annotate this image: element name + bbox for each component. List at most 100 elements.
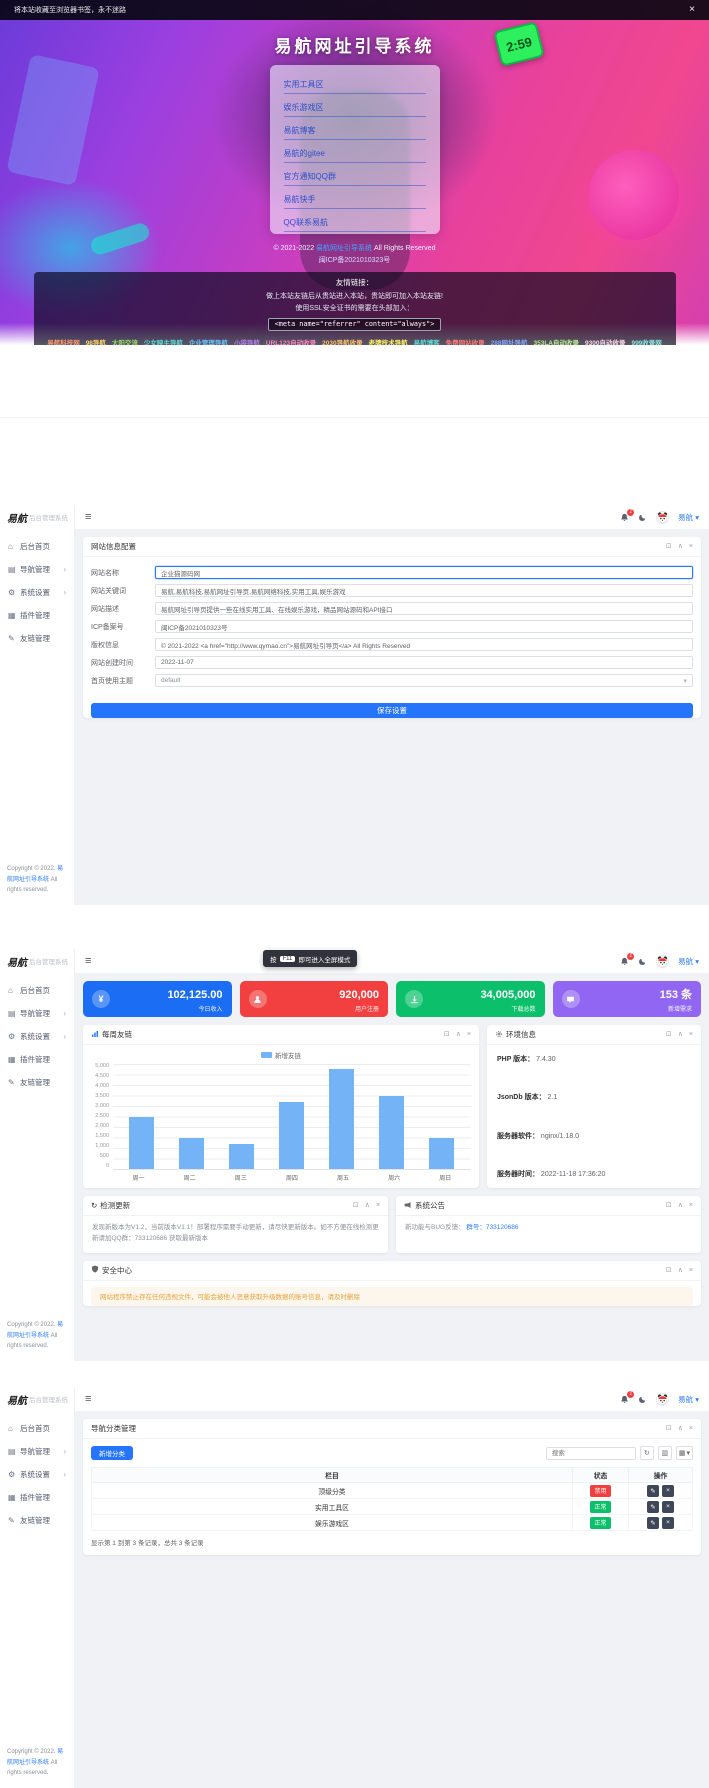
- friend-link-tag[interactable]: 98导航: [86, 337, 106, 345]
- chart-bar[interactable]: [129, 1117, 154, 1169]
- hamburger-icon[interactable]: ≡: [85, 511, 91, 523]
- stat-card-downloads[interactable]: 34,005,000 下载总数: [396, 981, 545, 1017]
- table-row[interactable]: 顶级分类 禁用 ✎ ×: [92, 1483, 693, 1499]
- columns-dropdown[interactable]: ▦ ▾: [676, 1446, 693, 1460]
- friend-link-tag[interactable]: 老牌技术导航: [369, 337, 408, 345]
- close-icon[interactable]: ×: [467, 1031, 471, 1038]
- sidebar-item[interactable]: ⚙ 系统设置 ›: [0, 581, 74, 604]
- hamburger-icon[interactable]: ≡: [85, 955, 91, 967]
- sidebar-item[interactable]: ▤ 导航管理 ›: [0, 1440, 74, 1463]
- sidebar-item[interactable]: ⌂ 后台首页: [0, 1417, 74, 1440]
- collapse-icon[interactable]: ∧: [365, 1202, 370, 1209]
- dark-mode-icon[interactable]: [638, 957, 647, 966]
- fullscreen-icon[interactable]: ⊡: [666, 1267, 672, 1274]
- friend-link-tag[interactable]: 2030导航收录: [322, 337, 362, 345]
- dark-mode-icon[interactable]: [638, 513, 647, 522]
- site-name-input[interactable]: [155, 566, 693, 579]
- friend-link-tag[interactable]: URL123自动收录: [266, 337, 316, 345]
- sidebar-item[interactable]: ▦ 插件管理: [0, 1048, 74, 1071]
- close-icon[interactable]: ×: [689, 5, 695, 15]
- site-description-input[interactable]: [155, 602, 693, 615]
- sidebar-item[interactable]: ⚙ 系统设置 ›: [0, 1463, 74, 1486]
- hero-menu-item[interactable]: 易航博客: [284, 117, 426, 140]
- sidebar-item[interactable]: ✎ 友链管理: [0, 627, 74, 650]
- sidebar-item[interactable]: ▦ 插件管理: [0, 1486, 74, 1509]
- stat-card-users[interactable]: 920,000 用户注册: [240, 981, 389, 1017]
- sidebar-item[interactable]: ▤ 导航管理 ›: [0, 558, 74, 581]
- sidebar-item[interactable]: ▦ 插件管理: [0, 604, 74, 627]
- collapse-icon[interactable]: ∧: [678, 1425, 683, 1432]
- sidebar-item[interactable]: ⌂ 后台首页: [0, 979, 74, 1002]
- hero-menu-item[interactable]: 易航快手: [284, 186, 426, 209]
- sidebar-item[interactable]: ⌂ 后台首页: [0, 535, 74, 558]
- chart-legend[interactable]: 新增友链: [91, 1050, 471, 1060]
- friend-link-tag[interactable]: 太阳交流: [112, 337, 138, 345]
- chart-bar[interactable]: [379, 1096, 404, 1169]
- announcement-qq[interactable]: 群号：733120686: [466, 1224, 518, 1231]
- create-date-input[interactable]: [155, 656, 693, 669]
- column-header[interactable]: 栏目: [92, 1468, 573, 1483]
- delete-button[interactable]: ×: [662, 1485, 674, 1497]
- chart-bar[interactable]: [279, 1102, 304, 1169]
- collapse-icon[interactable]: ∧: [456, 1031, 461, 1038]
- close-icon[interactable]: ×: [689, 543, 693, 550]
- collapse-icon[interactable]: ∧: [678, 1031, 683, 1038]
- theme-select[interactable]: default ▾: [155, 674, 693, 687]
- friend-link-tag[interactable]: 免费网站收录: [446, 337, 485, 345]
- copyright-link[interactable]: 易航网址引导系统: [316, 245, 372, 252]
- chart-bar[interactable]: [229, 1144, 254, 1169]
- hero-menu-item[interactable]: QQ联系易航: [284, 209, 426, 232]
- friend-link-tag[interactable]: 易航博客: [414, 337, 440, 345]
- friend-link-tag[interactable]: 353LA自动收录: [533, 337, 579, 345]
- site-keywords-input[interactable]: [155, 584, 693, 597]
- bell-icon[interactable]: 1: [620, 957, 629, 966]
- user-menu[interactable]: 易航 ▾: [678, 512, 699, 523]
- avatar[interactable]: [656, 955, 669, 968]
- icp-input[interactable]: [155, 620, 693, 633]
- chart-bar[interactable]: [329, 1069, 354, 1169]
- fullscreen-icon[interactable]: ⊡: [444, 1031, 450, 1038]
- column-header[interactable]: 操作: [629, 1468, 693, 1483]
- friend-link-tag[interactable]: 少女映主导航: [144, 337, 183, 345]
- column-header[interactable]: 状态: [573, 1468, 629, 1483]
- sidebar-item[interactable]: ⚙ 系统设置 ›: [0, 1025, 74, 1048]
- collapse-icon[interactable]: ∧: [678, 1202, 683, 1209]
- friend-link-tag[interactable]: 易航科技网: [47, 337, 80, 345]
- add-category-button[interactable]: 新增分类: [91, 1446, 133, 1460]
- friend-link-tag[interactable]: 999收录网: [631, 337, 661, 345]
- user-menu[interactable]: 易航 ▾: [678, 1394, 699, 1405]
- stat-card-requests[interactable]: 153 条 新增需求: [553, 981, 702, 1017]
- hero-menu-item[interactable]: 实用工具区: [284, 71, 426, 94]
- stat-card-income[interactable]: ¥ 102,125.00 今日收入: [83, 981, 232, 1017]
- hero-menu-item[interactable]: 易航的gitee: [284, 140, 426, 163]
- icp-number[interactable]: 闽ICP备2021010323号: [0, 255, 709, 265]
- edit-button[interactable]: ✎: [647, 1485, 659, 1497]
- delete-button[interactable]: ×: [662, 1501, 674, 1513]
- bell-icon[interactable]: 1: [620, 513, 629, 522]
- avatar[interactable]: [656, 1393, 669, 1406]
- refresh-icon[interactable]: ↻: [640, 1446, 654, 1460]
- user-menu[interactable]: 易航 ▾: [678, 956, 699, 967]
- hero-menu-item[interactable]: 官方通知QQ群: [284, 163, 426, 186]
- sidebar-item[interactable]: ✎ 友链管理: [0, 1071, 74, 1094]
- copyright-input[interactable]: [155, 638, 693, 651]
- close-icon[interactable]: ×: [689, 1267, 693, 1274]
- fullscreen-icon[interactable]: ⊡: [353, 1202, 359, 1209]
- friend-link-tag[interactable]: 9300自动收录: [585, 337, 625, 345]
- table-row[interactable]: 实用工具区 正常 ✎ ×: [92, 1499, 693, 1515]
- edit-button[interactable]: ✎: [647, 1501, 659, 1513]
- sidebar-item[interactable]: ✎ 友链管理: [0, 1509, 74, 1532]
- fullscreen-icon[interactable]: ⊡: [666, 1031, 672, 1038]
- collapse-icon[interactable]: ∧: [678, 543, 683, 550]
- close-icon[interactable]: ×: [689, 1425, 693, 1432]
- search-input[interactable]: [546, 1447, 636, 1460]
- hamburger-icon[interactable]: ≡: [85, 1393, 91, 1405]
- delete-button[interactable]: ×: [662, 1517, 674, 1529]
- dark-mode-icon[interactable]: [638, 1395, 647, 1404]
- table-row[interactable]: 娱乐游戏区 正常 ✎ ×: [92, 1515, 693, 1531]
- collapse-icon[interactable]: ∧: [678, 1267, 683, 1274]
- hero-menu-item[interactable]: 娱乐游戏区: [284, 94, 426, 117]
- chart-bar[interactable]: [429, 1138, 454, 1169]
- save-settings-button[interactable]: 保存设置: [91, 703, 693, 718]
- bell-icon[interactable]: 1: [620, 1395, 629, 1404]
